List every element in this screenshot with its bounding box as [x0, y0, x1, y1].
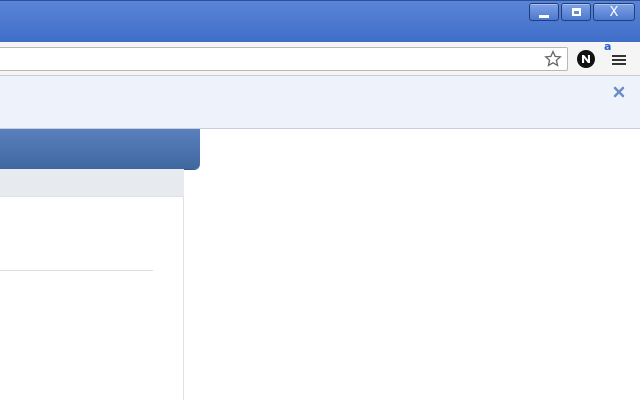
address-bar[interactable] — [0, 47, 568, 71]
browser-toolbar: a — [0, 41, 640, 76]
panel-divider — [0, 270, 153, 271]
minimize-button[interactable] — [529, 3, 559, 21]
browser-screen: X a — [0, 0, 640, 400]
page-content — [0, 129, 640, 400]
notification-bar — [0, 76, 640, 129]
left-panel — [0, 129, 200, 400]
close-label: X — [609, 4, 619, 20]
maximize-icon — [571, 8, 581, 16]
star-icon[interactable] — [543, 49, 563, 69]
close-icon[interactable] — [612, 85, 626, 99]
minimize-icon — [539, 14, 549, 18]
window-titlebar: X — [0, 0, 640, 42]
panel-subheader — [0, 169, 184, 197]
n-extension-icon[interactable] — [576, 49, 596, 69]
close-button[interactable]: X — [593, 3, 635, 21]
window-controls: X — [529, 3, 635, 21]
panel-header — [0, 129, 200, 169]
hamburger-menu-icon[interactable] — [610, 48, 628, 70]
maximize-button[interactable] — [561, 3, 591, 21]
